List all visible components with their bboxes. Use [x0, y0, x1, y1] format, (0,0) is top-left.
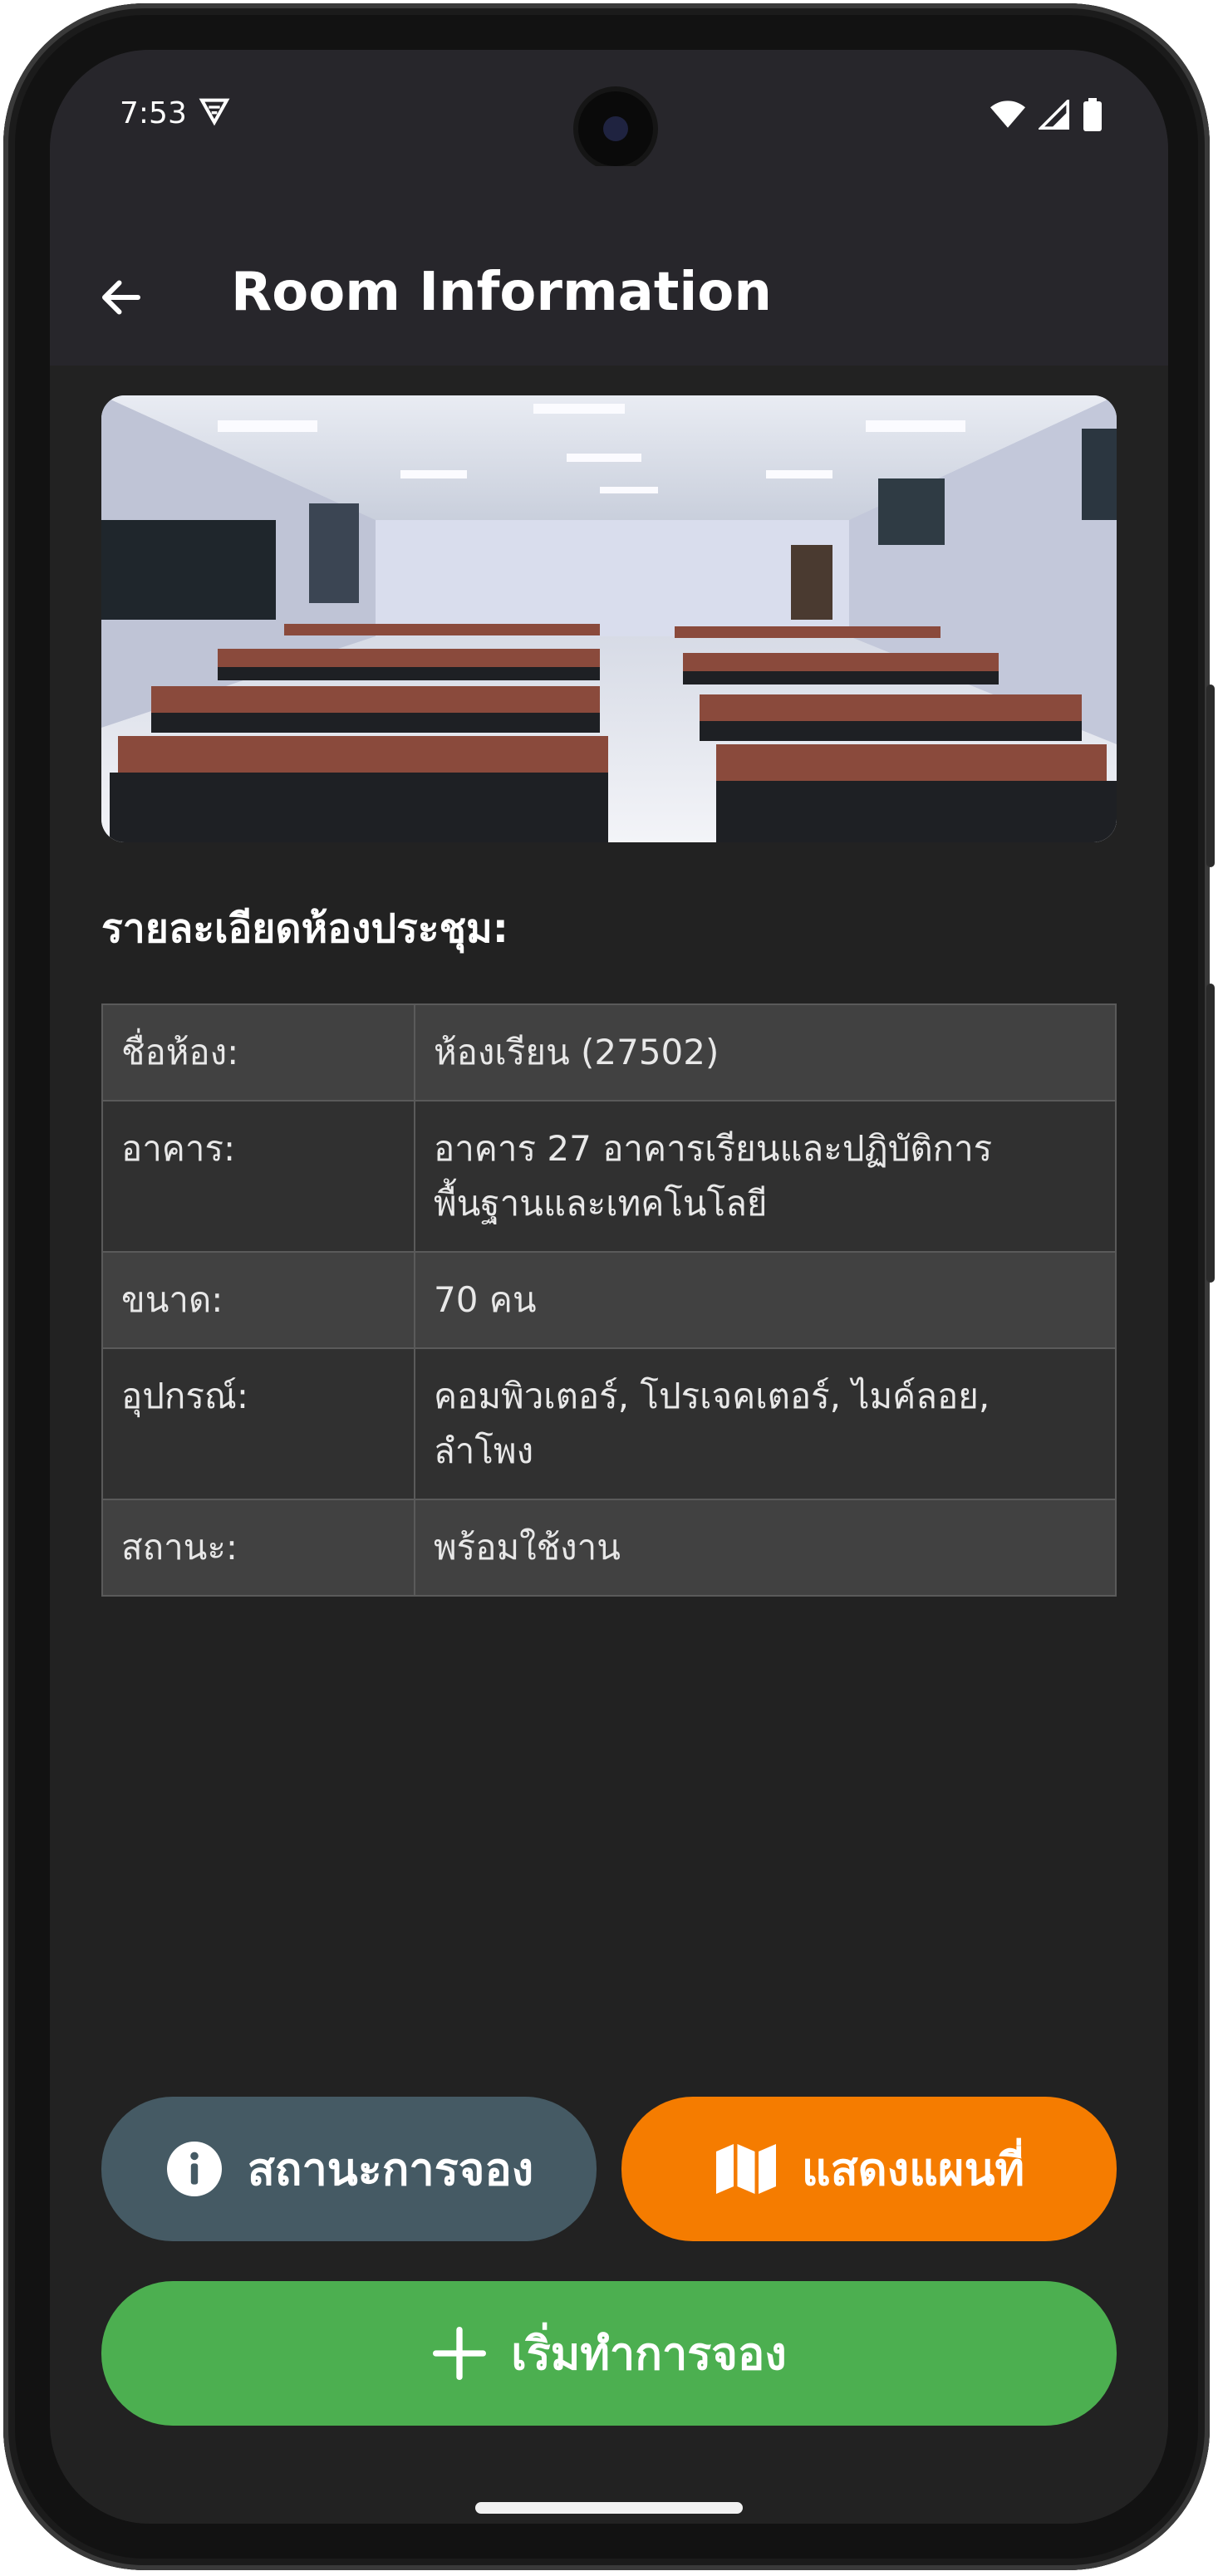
- page-title: Room Information: [231, 262, 772, 323]
- detail-label: สถานะ:: [101, 1499, 415, 1597]
- status-time: 7:53: [120, 96, 187, 130]
- phone-frame: 7:53 Room Information รายละเอียดห้องประช…: [3, 3, 1215, 2570]
- table-row: สถานะ: พร้อมใช้งาน: [101, 1499, 1117, 1597]
- detail-value: อาคาร 27 อาคารเรียนและปฏิบัติการ พื้นฐาน…: [414, 1100, 1117, 1253]
- table-row: อาคาร: อาคาร 27 อาคารเรียนและปฏิบัติการ …: [101, 1100, 1117, 1253]
- start-booking-button[interactable]: เริ่มทำการจอง: [101, 2281, 1117, 2426]
- detail-label: ขนาด:: [101, 1251, 415, 1349]
- signal-icon: [1039, 100, 1069, 130]
- plus-icon: [433, 2326, 487, 2381]
- vpn-icon: [199, 98, 230, 126]
- status-bar: 7:53: [50, 50, 1168, 166]
- power-button: [1206, 984, 1215, 1283]
- front-camera: [578, 91, 653, 166]
- room-details-table: ชื่อห้อง: ห้องเรียน (27502) อาคาร: อาคาร…: [101, 1003, 1117, 1597]
- detail-label: อุปกรณ์:: [101, 1347, 415, 1500]
- wifi-icon: [990, 101, 1025, 128]
- screen: 7:53 Room Information รายละเอียดห้องประช…: [50, 50, 1168, 2524]
- detail-value: ห้องเรียน (27502): [414, 1003, 1117, 1102]
- info-circle-icon: [166, 2142, 222, 2196]
- table-row: ขนาด: 70 คน: [101, 1251, 1117, 1349]
- show-map-button[interactable]: แสดงแผนที่: [621, 2097, 1117, 2241]
- map-icon: [715, 2144, 776, 2194]
- detail-label: อาคาร:: [101, 1100, 415, 1253]
- show-map-label: แสดงแผนที่: [801, 2143, 1025, 2196]
- classroom-photo: [101, 395, 1117, 842]
- battery-icon: [1083, 98, 1102, 131]
- booking-status-button[interactable]: สถานะการจอง: [101, 2097, 597, 2241]
- detail-value: คอมพิวเตอร์, โปรเจคเตอร์, ไมค์ลอย, ลำโพง: [414, 1347, 1117, 1500]
- home-indicator[interactable]: [475, 2502, 743, 2514]
- start-booking-label: เริ่มทำการจอง: [511, 2328, 787, 2380]
- arrow-left-icon[interactable]: [96, 272, 146, 322]
- app-bar: Room Information: [50, 166, 1168, 366]
- detail-label: ชื่อห้อง:: [101, 1003, 415, 1102]
- table-row: อุปกรณ์: คอมพิวเตอร์, โปรเจคเตอร์, ไมค์ล…: [101, 1347, 1117, 1500]
- system-icons: [990, 98, 1102, 131]
- section-title: รายละเอียดห้องประชุม:: [101, 905, 508, 952]
- volume-button: [1206, 684, 1215, 867]
- detail-value: 70 คน: [414, 1251, 1117, 1349]
- table-row: ชื่อห้อง: ห้องเรียน (27502): [101, 1003, 1117, 1102]
- booking-status-label: สถานะการจอง: [247, 2143, 534, 2196]
- detail-value: พร้อมใช้งาน: [414, 1499, 1117, 1597]
